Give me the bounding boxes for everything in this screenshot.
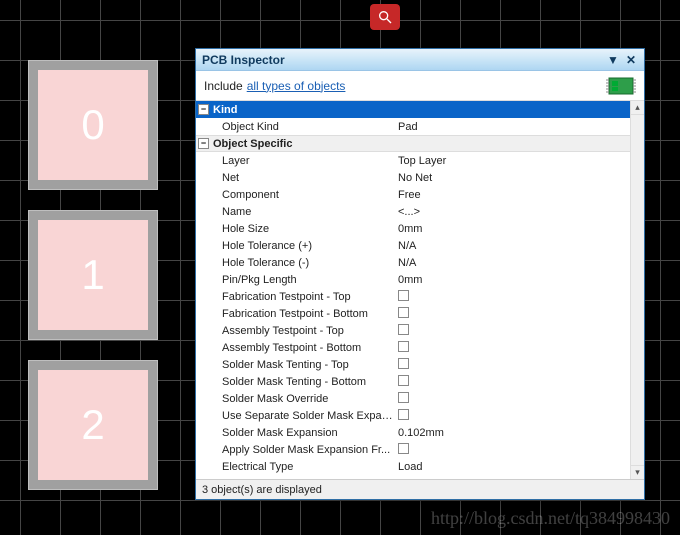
prop-row-asm-tp-top[interactable]: Assembly Testpoint - Top bbox=[196, 322, 630, 339]
pad-label: 2 bbox=[38, 370, 148, 480]
panel-title: PCB Inspector bbox=[202, 53, 602, 67]
statusbar: 3 object(s) are displayed bbox=[196, 479, 644, 499]
prop-value[interactable]: 0mm bbox=[396, 223, 630, 235]
prop-label: Solder Mask Tenting - Top bbox=[196, 359, 396, 371]
status-text: 3 object(s) are displayed bbox=[202, 484, 322, 496]
prop-value[interactable]: Load bbox=[396, 461, 630, 473]
pcb-pad-0[interactable]: 0 bbox=[28, 60, 158, 190]
prop-label: Electrical Type bbox=[196, 461, 396, 473]
collapse-icon[interactable]: − bbox=[198, 138, 209, 149]
checkbox[interactable] bbox=[398, 409, 409, 420]
prop-label: Fabrication Testpoint - Bottom bbox=[196, 308, 396, 320]
group-title: Object Specific bbox=[213, 138, 292, 150]
prop-label: Component bbox=[196, 189, 396, 201]
prop-value[interactable] bbox=[396, 375, 630, 389]
prop-label: Solder Mask Tenting - Bottom bbox=[196, 376, 396, 388]
prop-row-sm-override[interactable]: Solder Mask Override bbox=[196, 390, 630, 407]
prop-row-hole-size[interactable]: Hole Size0mm bbox=[196, 220, 630, 237]
pad-label: 0 bbox=[38, 70, 148, 180]
prop-row-sm-exp[interactable]: Solder Mask Expansion0.102mm bbox=[196, 424, 630, 441]
prop-value[interactable]: Pad bbox=[396, 121, 630, 133]
watermark: http://blog.csdn.net/tq384998430 bbox=[431, 508, 670, 529]
include-filter-row: Include all types of objects bbox=[196, 71, 644, 101]
prop-value[interactable] bbox=[396, 307, 630, 321]
pad-label: 1 bbox=[38, 220, 148, 330]
prop-row-fab-tp-top[interactable]: Fabrication Testpoint - Top bbox=[196, 288, 630, 305]
prop-row-smt-bot[interactable]: Solder Mask Tenting - Bottom bbox=[196, 373, 630, 390]
scroll-up-icon[interactable]: ▴ bbox=[631, 101, 644, 115]
prop-row-apply-sm[interactable]: Apply Solder Mask Expansion Fr... bbox=[196, 441, 630, 458]
prop-row-elec-type[interactable]: Electrical TypeLoad bbox=[196, 458, 630, 475]
checkbox[interactable] bbox=[398, 375, 409, 386]
prop-row-hole-tol-minus[interactable]: Hole Tolerance (-)N/A bbox=[196, 254, 630, 271]
prop-row-component[interactable]: ComponentFree bbox=[196, 186, 630, 203]
prop-value[interactable] bbox=[396, 324, 630, 338]
prop-value[interactable]: N/A bbox=[396, 240, 630, 252]
chip-icon bbox=[606, 75, 636, 97]
prop-row-smt-top[interactable]: Solder Mask Tenting - Top bbox=[196, 356, 630, 373]
include-link[interactable]: all types of objects bbox=[247, 79, 346, 93]
prop-label: Pin/Pkg Length bbox=[196, 274, 396, 286]
prop-value[interactable] bbox=[396, 358, 630, 372]
prop-row-name[interactable]: Name<...> bbox=[196, 203, 630, 220]
checkbox[interactable] bbox=[398, 307, 409, 318]
checkbox[interactable] bbox=[398, 290, 409, 301]
prop-label: Assembly Testpoint - Top bbox=[196, 325, 396, 337]
search-icon bbox=[377, 9, 393, 25]
group-title: Kind bbox=[213, 104, 237, 116]
pcb-pad-1[interactable]: 1 bbox=[28, 210, 158, 340]
include-label: Include bbox=[204, 79, 243, 93]
prop-row-net[interactable]: NetNo Net bbox=[196, 169, 630, 186]
checkbox[interactable] bbox=[398, 324, 409, 335]
checkbox[interactable] bbox=[398, 392, 409, 403]
prop-value[interactable] bbox=[396, 290, 630, 304]
group-header-kind[interactable]: − Kind bbox=[196, 101, 630, 118]
prop-value[interactable]: 0mm bbox=[396, 274, 630, 286]
pcb-pad-2[interactable]: 2 bbox=[28, 360, 158, 490]
scrollbar[interactable]: ▴ ▾ bbox=[630, 101, 644, 479]
prop-label: Hole Tolerance (+) bbox=[196, 240, 396, 252]
prop-value[interactable]: 0.102mm bbox=[396, 427, 630, 439]
prop-value[interactable]: <...> bbox=[396, 206, 630, 218]
prop-label: Object Kind bbox=[196, 121, 396, 133]
collapse-icon[interactable]: − bbox=[198, 104, 209, 115]
checkbox[interactable] bbox=[398, 341, 409, 352]
scroll-down-icon[interactable]: ▾ bbox=[631, 465, 644, 479]
prop-label: Solder Mask Expansion bbox=[196, 427, 396, 439]
prop-label: Assembly Testpoint - Bottom bbox=[196, 342, 396, 354]
prop-row-object-kind[interactable]: Object Kind Pad bbox=[196, 118, 630, 135]
prop-value[interactable] bbox=[396, 409, 630, 423]
prop-label: Hole Tolerance (-) bbox=[196, 257, 396, 269]
prop-label: Use Separate Solder Mask Expan... bbox=[196, 410, 396, 422]
prop-row-asm-tp-bot[interactable]: Assembly Testpoint - Bottom bbox=[196, 339, 630, 356]
property-grid: − Kind Object Kind Pad − Object Specific… bbox=[196, 101, 644, 479]
group-header-object-specific[interactable]: − Object Specific bbox=[196, 135, 630, 152]
prop-value[interactable]: N/A bbox=[396, 257, 630, 269]
close-button[interactable]: ✕ bbox=[624, 53, 638, 67]
prop-row-pinpkg[interactable]: Pin/Pkg Length0mm bbox=[196, 271, 630, 288]
prop-value[interactable]: Top Layer bbox=[396, 155, 630, 167]
checkbox[interactable] bbox=[398, 358, 409, 369]
search-button[interactable] bbox=[370, 4, 400, 30]
prop-label: Solder Mask Override bbox=[196, 393, 396, 405]
minimize-button[interactable]: ▼ bbox=[606, 53, 620, 67]
prop-value[interactable] bbox=[396, 341, 630, 355]
prop-label: Fabrication Testpoint - Top bbox=[196, 291, 396, 303]
checkbox[interactable] bbox=[398, 443, 409, 454]
prop-label: Name bbox=[196, 206, 396, 218]
prop-label: Layer bbox=[196, 155, 396, 167]
prop-row-use-sep-sm[interactable]: Use Separate Solder Mask Expan... bbox=[196, 407, 630, 424]
prop-label: Apply Solder Mask Expansion Fr... bbox=[196, 444, 396, 456]
prop-value[interactable]: No Net bbox=[396, 172, 630, 184]
prop-value[interactable] bbox=[396, 392, 630, 406]
prop-label: Hole Size bbox=[196, 223, 396, 235]
prop-label: Net bbox=[196, 172, 396, 184]
prop-row-hole-tol-plus[interactable]: Hole Tolerance (+)N/A bbox=[196, 237, 630, 254]
prop-value[interactable]: Free bbox=[396, 189, 630, 201]
prop-row-layer[interactable]: LayerTop Layer bbox=[196, 152, 630, 169]
prop-row-fab-tp-bot[interactable]: Fabrication Testpoint - Bottom bbox=[196, 305, 630, 322]
pcb-inspector-panel: PCB Inspector ▼ ✕ Include all types of o… bbox=[195, 48, 645, 500]
prop-value[interactable] bbox=[396, 443, 630, 457]
titlebar[interactable]: PCB Inspector ▼ ✕ bbox=[196, 49, 644, 71]
